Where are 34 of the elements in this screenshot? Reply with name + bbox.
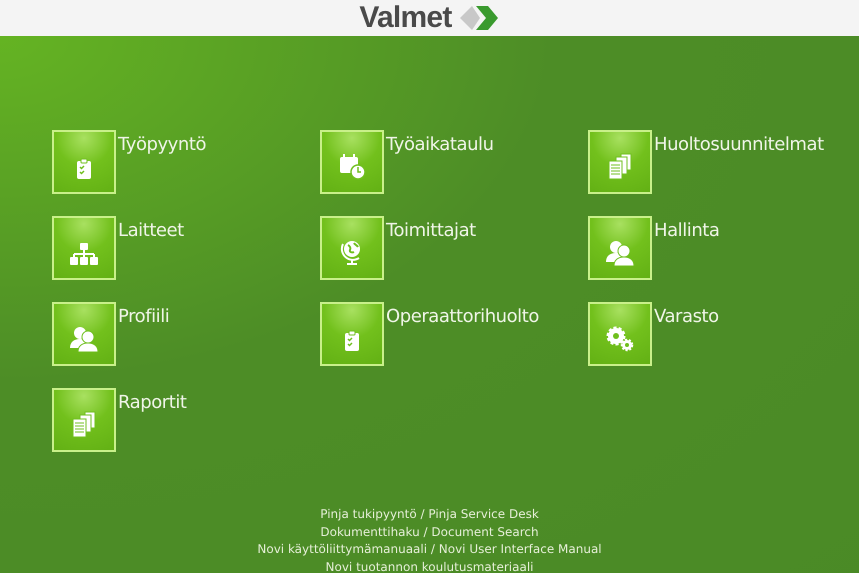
menu-tile-button[interactable] (320, 130, 384, 194)
menu-tile-button[interactable] (588, 302, 652, 366)
menu-tile-label[interactable]: Laitteet (118, 222, 184, 240)
menu-tile-button[interactable] (52, 130, 116, 194)
menu-tile-label[interactable]: Raportit (118, 394, 186, 412)
menu-tile-button[interactable] (588, 130, 652, 194)
clipboard-icon (344, 330, 360, 352)
menu-tile-label[interactable]: Varasto (654, 308, 719, 326)
menu-tile-label[interactable]: Työpyyntö (118, 136, 206, 154)
menu-tile-button[interactable] (52, 302, 116, 366)
clipboard-icon (76, 158, 92, 180)
menu-tile-label[interactable]: Työaikataulu (386, 136, 494, 154)
menu-tile-button[interactable] (52, 216, 116, 280)
footer-link[interactable]: Dokumenttihaku / Document Search (320, 524, 539, 541)
menu-tile-label[interactable]: Operaattorihuolto (386, 308, 539, 326)
menu-tile-button[interactable] (52, 388, 116, 452)
menu-tile-label[interactable]: Profiili (118, 308, 170, 326)
menu-tile-button[interactable] (320, 216, 384, 280)
menu-tile-label[interactable]: Toimittajat (386, 222, 476, 240)
footer-link[interactable]: Pinja tukipyyntö / Pinja Service Desk (320, 506, 539, 524)
calendar-clock-icon (338, 152, 366, 180)
people-icon (605, 240, 635, 266)
footer-link[interactable]: Novi tuotannon koulutusmateriaali (326, 558, 534, 573)
menu-tile-label[interactable]: Hallinta (654, 222, 720, 240)
menu-tile-label[interactable]: Huoltosuunnitelmat (654, 136, 824, 154)
menu-tile-button[interactable] (320, 302, 384, 366)
documents-icon (607, 152, 633, 180)
gears-icon (605, 326, 635, 352)
footer-link[interactable]: Novi käyttöliittymämanuaali / Novi User Interface Manual (257, 541, 602, 558)
menu-tile-button[interactable] (588, 216, 652, 280)
people-icon (69, 326, 99, 352)
logo-text: Valmet (359, 3, 452, 33)
hierarchy-icon (69, 242, 99, 266)
documents-icon (71, 410, 97, 438)
